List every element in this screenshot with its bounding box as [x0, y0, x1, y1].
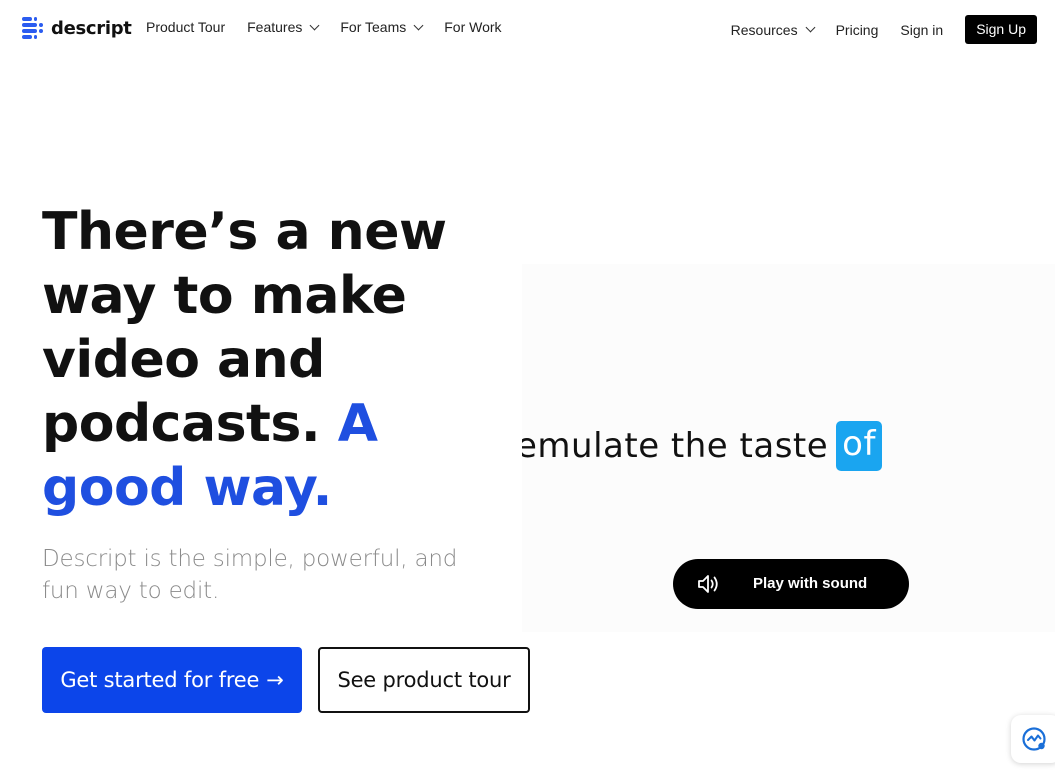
video-caption: emulate the taste of	[522, 421, 882, 471]
play-with-sound-label: Play with sound	[753, 575, 868, 592]
speaker-icon	[698, 575, 718, 593]
nav-for-teams-label: For Teams	[340, 19, 407, 35]
nav-pricing[interactable]: Pricing	[836, 22, 879, 38]
get-started-label: Get started for free	[60, 668, 260, 692]
get-started-button[interactable]: Get started for free →	[42, 647, 302, 713]
caption-text: emulate the taste	[522, 426, 829, 466]
logo[interactable]: descript	[22, 16, 132, 40]
chevron-down-icon	[309, 20, 320, 30]
top-navigation: descript Product Tour Features For Teams…	[0, 0, 1055, 56]
headline-line-1: There’s a new	[42, 202, 447, 262]
nav-sign-in-label: Sign in	[900, 21, 944, 38]
nav-resources[interactable]: Resources	[730, 21, 816, 38]
headline-accent-a: A	[337, 394, 378, 454]
headline-line-3: video and	[42, 330, 325, 390]
chevron-down-icon	[413, 20, 424, 30]
nav-pricing-label: Pricing	[835, 21, 879, 38]
nav-product-tour-label: Product Tour	[146, 19, 226, 35]
nav-features-label: Features	[247, 19, 303, 35]
hero-subheading: Descript is the simple, powerful, and fu…	[42, 546, 458, 604]
nav-for-work-label: For Work	[444, 19, 502, 35]
chat-widget-icon	[1022, 727, 1046, 751]
hero-video[interactable]: emulate the taste of Play with sound	[522, 264, 1055, 632]
nav-sign-in[interactable]: Sign in	[900, 22, 943, 38]
nav-for-teams[interactable]: For Teams	[340, 19, 424, 35]
hero-headline: There’s a new way to make video and podc…	[42, 200, 512, 520]
headline-accent-good-way: good way.	[42, 458, 332, 518]
headline-line-2: way to make	[42, 266, 407, 326]
chevron-down-icon	[805, 22, 816, 33]
nav-right: Resources Pricing Sign in Sign Up	[731, 15, 1037, 44]
chat-widget-button[interactable]	[1011, 715, 1055, 763]
arrow-right-icon: →	[266, 668, 284, 692]
play-with-sound-button[interactable]: Play with sound	[673, 559, 909, 609]
caption-highlight-word: of	[836, 421, 882, 471]
headline-line-4: podcasts.	[42, 394, 321, 454]
nav-for-work[interactable]: For Work	[444, 19, 501, 35]
nav-features[interactable]: Features	[247, 19, 320, 35]
brand-name: descript	[51, 17, 132, 39]
see-product-tour-button[interactable]: See product tour	[318, 647, 530, 713]
nav-left: Product Tour Features For Teams For Work	[146, 19, 524, 35]
nav-resources-label: Resources	[730, 21, 798, 38]
nav-product-tour[interactable]: Product Tour	[146, 19, 225, 35]
sign-up-button[interactable]: Sign Up	[965, 15, 1037, 44]
descript-logo-icon	[22, 17, 43, 39]
